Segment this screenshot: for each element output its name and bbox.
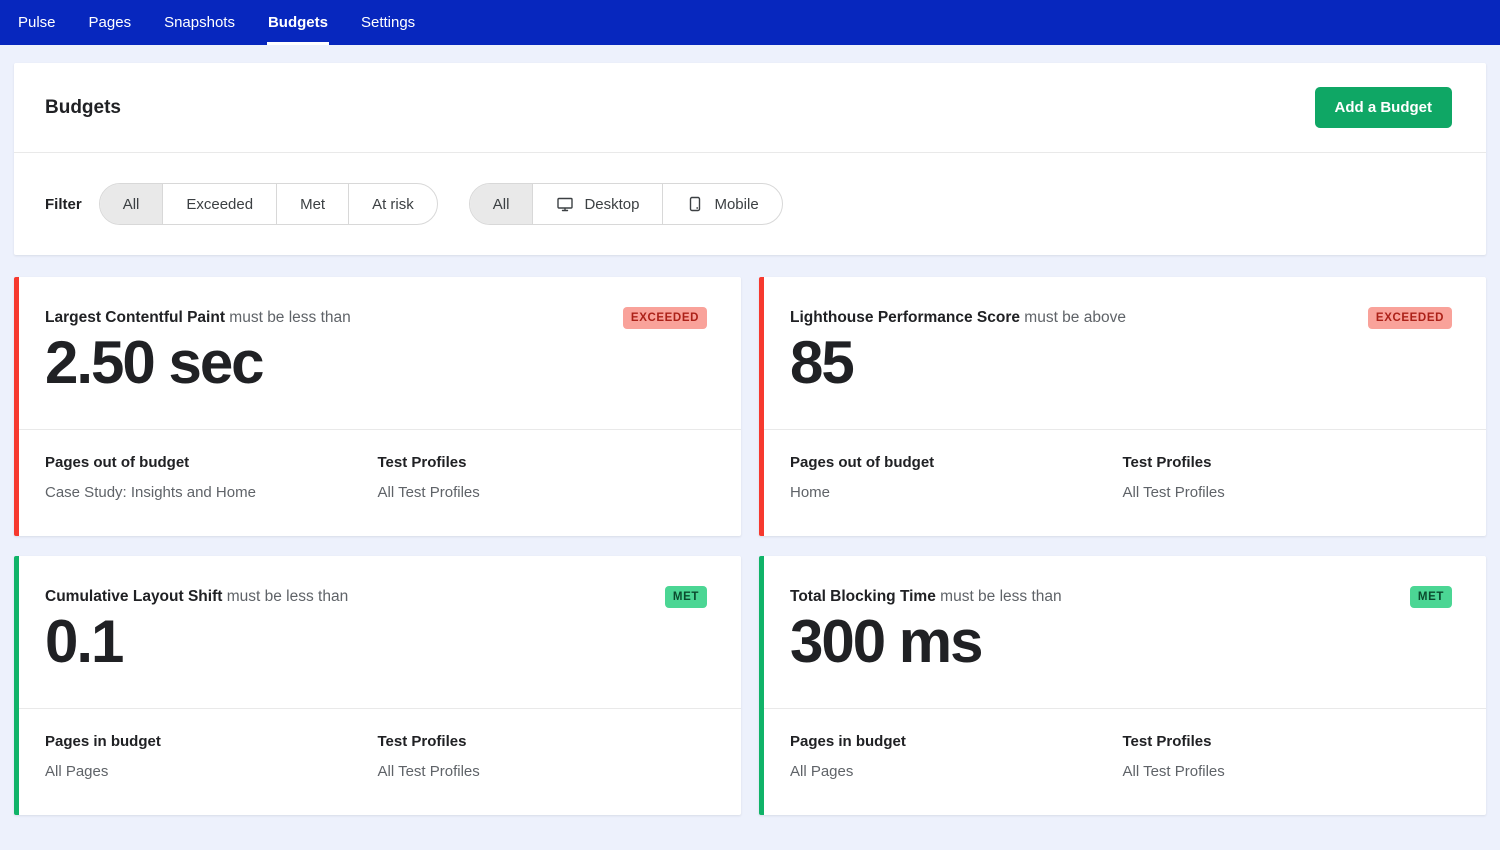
profiles-column: Test Profiles All Test Profiles xyxy=(1123,733,1487,780)
profiles-label: Test Profiles xyxy=(1123,454,1487,471)
pages-column: Pages in budget All Pages xyxy=(759,733,1123,780)
budget-card-top: Largest Contentful Paint must be less th… xyxy=(14,277,741,430)
budget-card-top: Total Blocking Time must be less than ME… xyxy=(759,556,1486,709)
device-filter-option-mobile[interactable]: Mobile xyxy=(663,184,781,224)
nav-item-budgets[interactable]: Budgets xyxy=(268,0,328,45)
nav-item-label: Pages xyxy=(89,14,132,31)
status-badge: EXCEEDED xyxy=(623,307,707,329)
pages-label: Pages out of budget xyxy=(45,454,378,471)
filter-option-label: Mobile xyxy=(714,196,758,213)
add-budget-button[interactable]: Add a Budget xyxy=(1315,87,1453,128)
pages-value: All Pages xyxy=(45,763,378,780)
status-stripe xyxy=(759,556,764,815)
pages-value: All Pages xyxy=(790,763,1123,780)
budget-value: 300 ms xyxy=(790,612,1452,672)
metric-condition: must be above xyxy=(1024,309,1126,326)
status-stripe xyxy=(759,277,764,536)
pages-label: Pages in budget xyxy=(45,733,378,750)
metric-condition: must be less than xyxy=(229,309,350,326)
nav-item-pages[interactable]: Pages xyxy=(89,0,132,45)
metric-name: Largest Contentful Paint xyxy=(45,309,229,326)
pages-label: Pages in budget xyxy=(790,733,1123,750)
budget-title: Lighthouse Performance Score must be abo… xyxy=(790,309,1126,327)
desktop-icon xyxy=(556,195,574,213)
budget-card-bottom: Pages in budget All Pages Test Profiles … xyxy=(14,709,741,815)
nav-item-pulse[interactable]: Pulse xyxy=(18,0,56,45)
profiles-label: Test Profiles xyxy=(378,733,742,750)
nav-item-label: Budgets xyxy=(268,14,328,31)
budget-title: Cumulative Layout Shift must be less tha… xyxy=(45,588,348,606)
device-filter: All Desktop Mobile xyxy=(469,183,783,225)
budget-card: Cumulative Layout Shift must be less tha… xyxy=(14,556,741,815)
budget-title: Total Blocking Time must be less than xyxy=(790,588,1062,606)
metric-name: Lighthouse Performance Score xyxy=(790,309,1024,326)
pages-column: Pages out of budget Case Study: Insights… xyxy=(14,454,378,501)
filter-option-label: Exceeded xyxy=(186,196,253,213)
filter-option-label: At risk xyxy=(372,196,414,213)
profiles-value: All Test Profiles xyxy=(1123,763,1487,780)
status-badge: EXCEEDED xyxy=(1368,307,1452,329)
status-badge: MET xyxy=(665,586,707,608)
pages-column: Pages in budget All Pages xyxy=(14,733,378,780)
metric-condition: must be less than xyxy=(940,588,1061,605)
nav-item-label: Settings xyxy=(361,14,415,31)
pages-label: Pages out of budget xyxy=(790,454,1123,471)
filter-row: Filter All Exceeded Met At risk All Desk… xyxy=(14,152,1486,255)
device-filter-option-desktop[interactable]: Desktop xyxy=(533,184,663,224)
profiles-value: All Test Profiles xyxy=(378,484,742,501)
budget-card: Lighthouse Performance Score must be abo… xyxy=(759,277,1486,536)
budget-value: 85 xyxy=(790,333,1452,393)
metric-condition: must be less than xyxy=(227,588,348,605)
device-filter-option-all[interactable]: All xyxy=(470,184,534,224)
pages-column: Pages out of budget Home xyxy=(759,454,1123,501)
budget-card-bottom: Pages in budget All Pages Test Profiles … xyxy=(759,709,1486,815)
budget-value: 0.1 xyxy=(45,612,707,672)
budget-card: Largest Contentful Paint must be less th… xyxy=(14,277,741,536)
metric-name: Cumulative Layout Shift xyxy=(45,588,227,605)
page-title: Budgets xyxy=(45,97,121,119)
profiles-column: Test Profiles All Test Profiles xyxy=(1123,454,1487,501)
filter-groups: All Exceeded Met At risk All Desktop Mob… xyxy=(99,183,783,225)
budget-card: Total Blocking Time must be less than ME… xyxy=(759,556,1486,815)
budget-cards-grid: Largest Contentful Paint must be less th… xyxy=(14,277,1486,815)
status-filter-option-all[interactable]: All xyxy=(100,184,164,224)
top-navigation: Pulse Pages Snapshots Budgets Settings xyxy=(0,0,1500,45)
budget-card-top: Lighthouse Performance Score must be abo… xyxy=(759,277,1486,430)
profiles-value: All Test Profiles xyxy=(1123,484,1487,501)
budget-value: 2.50 sec xyxy=(45,333,707,393)
status-badge: MET xyxy=(1410,586,1452,608)
budgets-panel: Budgets Add a Budget Filter All Exceeded… xyxy=(14,63,1486,255)
nav-item-snapshots[interactable]: Snapshots xyxy=(164,0,235,45)
profiles-label: Test Profiles xyxy=(378,454,742,471)
status-filter-option-met[interactable]: Met xyxy=(277,184,349,224)
filter-label: Filter xyxy=(45,196,82,213)
nav-item-label: Pulse xyxy=(18,14,56,31)
nav-item-label: Snapshots xyxy=(164,14,235,31)
budget-title: Largest Contentful Paint must be less th… xyxy=(45,309,351,327)
budget-card-bottom: Pages out of budget Case Study: Insights… xyxy=(14,430,741,536)
filter-option-label: Desktop xyxy=(584,196,639,213)
filter-option-label: All xyxy=(123,196,140,213)
profiles-column: Test Profiles All Test Profiles xyxy=(378,733,742,780)
nav-item-settings[interactable]: Settings xyxy=(361,0,415,45)
budget-card-bottom: Pages out of budget Home Test Profiles A… xyxy=(759,430,1486,536)
status-stripe xyxy=(14,556,19,815)
filter-option-label: Met xyxy=(300,196,325,213)
status-filter-option-at-risk[interactable]: At risk xyxy=(349,184,437,224)
profiles-value: All Test Profiles xyxy=(378,763,742,780)
budget-card-top: Cumulative Layout Shift must be less tha… xyxy=(14,556,741,709)
panel-header: Budgets Add a Budget xyxy=(14,63,1486,152)
profiles-label: Test Profiles xyxy=(1123,733,1487,750)
status-stripe xyxy=(14,277,19,536)
pages-value: Case Study: Insights and Home xyxy=(45,484,378,501)
pages-value: Home xyxy=(790,484,1123,501)
profiles-column: Test Profiles All Test Profiles xyxy=(378,454,742,501)
page-content: Budgets Add a Budget Filter All Exceeded… xyxy=(0,45,1500,815)
mobile-icon xyxy=(686,195,704,213)
status-filter: All Exceeded Met At risk xyxy=(99,183,438,225)
status-filter-option-exceeded[interactable]: Exceeded xyxy=(163,184,277,224)
filter-option-label: All xyxy=(493,196,510,213)
metric-name: Total Blocking Time xyxy=(790,588,940,605)
